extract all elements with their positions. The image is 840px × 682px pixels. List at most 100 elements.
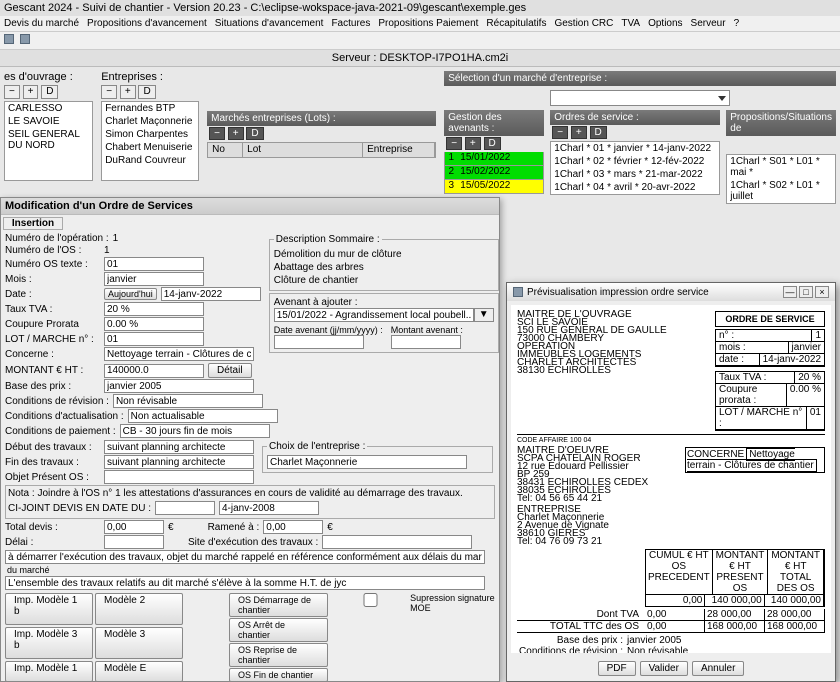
os-list[interactable]: 1Charl * 01 * janvier * 14-janv-20221Cha… bbox=[550, 141, 720, 195]
mois-input[interactable] bbox=[104, 272, 204, 286]
cijoint-date-input[interactable] bbox=[219, 501, 319, 515]
list-item[interactable]: SEIL GENERAL DU NORD bbox=[5, 128, 92, 152]
menu-item[interactable]: Serveur bbox=[691, 18, 726, 29]
list-item[interactable]: 1Charl * S01 * L01 * mai * bbox=[727, 155, 835, 179]
m-plus[interactable]: + bbox=[228, 127, 244, 140]
avenant-rows[interactable]: 115/01/2022215/02/2022315/05/2022 bbox=[444, 152, 544, 194]
model-button[interactable]: Modèle E bbox=[95, 661, 183, 682]
list-item[interactable]: 1Charl * 01 * janvier * 14-janv-2022 bbox=[551, 142, 719, 155]
annuler-button[interactable]: Annuler bbox=[692, 661, 744, 676]
pdf-button[interactable]: PDF bbox=[598, 661, 636, 676]
tva-input[interactable] bbox=[104, 302, 204, 316]
site-input[interactable] bbox=[322, 535, 472, 549]
list-item[interactable]: Abattage des arbres bbox=[274, 261, 494, 274]
menu-item[interactable]: Situations d'avancement bbox=[215, 18, 324, 29]
maximize-button[interactable]: □ bbox=[799, 286, 813, 298]
menu-item[interactable]: Factures bbox=[331, 18, 370, 29]
list-item[interactable]: 1Charl * 04 * avril * 20-avr-2022 bbox=[551, 181, 719, 194]
toolbar-icon-2[interactable] bbox=[20, 34, 30, 44]
os-plus[interactable]: + bbox=[571, 126, 587, 139]
menu-item[interactable]: Gestion CRC bbox=[554, 18, 613, 29]
total-devis-input[interactable] bbox=[104, 520, 164, 534]
menu-item[interactable]: ? bbox=[734, 18, 740, 29]
fin-input[interactable] bbox=[104, 455, 254, 469]
os-minus[interactable]: − bbox=[552, 126, 568, 139]
montant-avenant-input[interactable] bbox=[391, 335, 461, 349]
aujourdhui2-button[interactable] bbox=[155, 501, 215, 515]
today-button[interactable]: Aujourd'hui bbox=[104, 288, 157, 300]
model-button[interactable]: Imp. Modèle 1 bbox=[5, 661, 93, 682]
model-button[interactable]: Modèle 3 bbox=[95, 627, 183, 659]
avenant-combo[interactable] bbox=[274, 308, 474, 322]
menu-item[interactable]: Options bbox=[648, 18, 682, 29]
montant-input[interactable] bbox=[104, 364, 204, 378]
list-item[interactable]: 1Charl * 03 * mars * 21-mar-2022 bbox=[551, 168, 719, 181]
os-type-button[interactable]: OS Reprise de chantier bbox=[229, 643, 328, 667]
prop-list[interactable]: 1Charl * S01 * L01 * mai *1Charl * S02 *… bbox=[726, 154, 836, 204]
list-item[interactable]: Clôture de chantier bbox=[274, 274, 494, 287]
list-item[interactable]: DuRand Couvreur bbox=[102, 154, 198, 167]
list-item[interactable]: Chabert Menuiserie bbox=[102, 141, 198, 154]
btn-d[interactable]: D bbox=[41, 85, 58, 99]
av-minus[interactable]: − bbox=[446, 137, 462, 150]
list-item[interactable]: LE SAVOIE bbox=[5, 115, 92, 128]
cond-rev-input[interactable] bbox=[113, 394, 263, 408]
demarrer-input[interactable] bbox=[5, 550, 485, 564]
cond-act-input[interactable] bbox=[128, 409, 278, 423]
list-item[interactable]: 1Charl * 02 * février * 12-fév-2022 bbox=[551, 155, 719, 168]
os-d[interactable]: D bbox=[590, 126, 607, 139]
list-item[interactable]: CARLESSO bbox=[5, 102, 92, 115]
delai-input[interactable] bbox=[104, 535, 164, 549]
ouvrage-list[interactable]: CARLESSOLE SAVOIESEIL GENERAL DU NORD bbox=[4, 101, 93, 181]
av-plus[interactable]: + bbox=[465, 137, 481, 150]
btn-plus-2[interactable]: + bbox=[120, 85, 136, 99]
detail-button[interactable]: Détail bbox=[208, 363, 252, 378]
list-item[interactable]: Charlet Maçonnerie bbox=[102, 115, 198, 128]
concerne-input[interactable] bbox=[104, 347, 254, 361]
m-d[interactable]: D bbox=[246, 127, 263, 140]
entreprise-list[interactable]: Fernandes BTPCharlet MaçonnerieSimon Cha… bbox=[101, 101, 199, 181]
list-item[interactable]: Fernandes BTP bbox=[102, 102, 198, 115]
model-button[interactable]: Imp. Modèle 3 b bbox=[5, 627, 93, 659]
av-d[interactable]: D bbox=[484, 137, 501, 150]
choix-input[interactable] bbox=[267, 455, 467, 469]
coupure-input[interactable] bbox=[104, 317, 204, 331]
debut-input[interactable] bbox=[104, 440, 254, 454]
selection-combo[interactable] bbox=[550, 90, 730, 106]
objet-input[interactable] bbox=[104, 470, 254, 484]
list-item[interactable]: 1Charl * S02 * L01 * juillet bbox=[727, 179, 835, 203]
date-avenant-input[interactable] bbox=[274, 335, 364, 349]
list-item[interactable]: Démolition du mur de clôture bbox=[274, 248, 494, 261]
btn-d-2[interactable]: D bbox=[138, 85, 155, 99]
av-down-button[interactable]: ▼ bbox=[474, 308, 494, 322]
num-os-txt-input[interactable] bbox=[104, 257, 204, 271]
list-item[interactable]: Simon Charpentes bbox=[102, 128, 198, 141]
minimize-button[interactable]: — bbox=[783, 286, 797, 298]
base-input[interactable] bbox=[104, 379, 254, 393]
insertion-tab[interactable]: Insertion bbox=[3, 217, 63, 230]
m-minus[interactable]: − bbox=[209, 127, 225, 140]
close-button[interactable]: × bbox=[815, 286, 829, 298]
btn-minus[interactable]: − bbox=[4, 85, 20, 99]
os-type-button[interactable]: OS Démarrage de chantier bbox=[229, 593, 328, 617]
btn-plus[interactable]: + bbox=[23, 85, 39, 99]
lot-input[interactable] bbox=[104, 332, 204, 346]
toolbar-icon-1[interactable] bbox=[4, 34, 14, 44]
suppr-check[interactable] bbox=[331, 593, 410, 607]
menu-item[interactable]: Récapitulatifs bbox=[486, 18, 546, 29]
menu-item[interactable]: Propositions Paiement bbox=[378, 18, 478, 29]
model-button[interactable]: Modèle 2 bbox=[95, 593, 183, 625]
menu-item[interactable]: Devis du marché bbox=[4, 18, 79, 29]
os-type-button[interactable]: OS Fin de chantier bbox=[229, 668, 328, 682]
menu-item[interactable]: TVA bbox=[621, 18, 640, 29]
ensemble-input[interactable] bbox=[5, 576, 485, 590]
cond-pai-input[interactable] bbox=[120, 424, 270, 438]
date-input[interactable] bbox=[161, 287, 261, 301]
ramene-input[interactable] bbox=[263, 520, 323, 534]
valider-button[interactable]: Valider bbox=[640, 661, 688, 676]
marches-header: Marchés entreprises (Lots) : bbox=[207, 111, 436, 126]
os-type-button[interactable]: OS Arrêt de chantier bbox=[229, 618, 328, 642]
menu-item[interactable]: Propositions d'avancement bbox=[87, 18, 207, 29]
model-button[interactable]: Imp. Modèle 1 b bbox=[5, 593, 93, 625]
btn-minus-2[interactable]: − bbox=[101, 85, 117, 99]
